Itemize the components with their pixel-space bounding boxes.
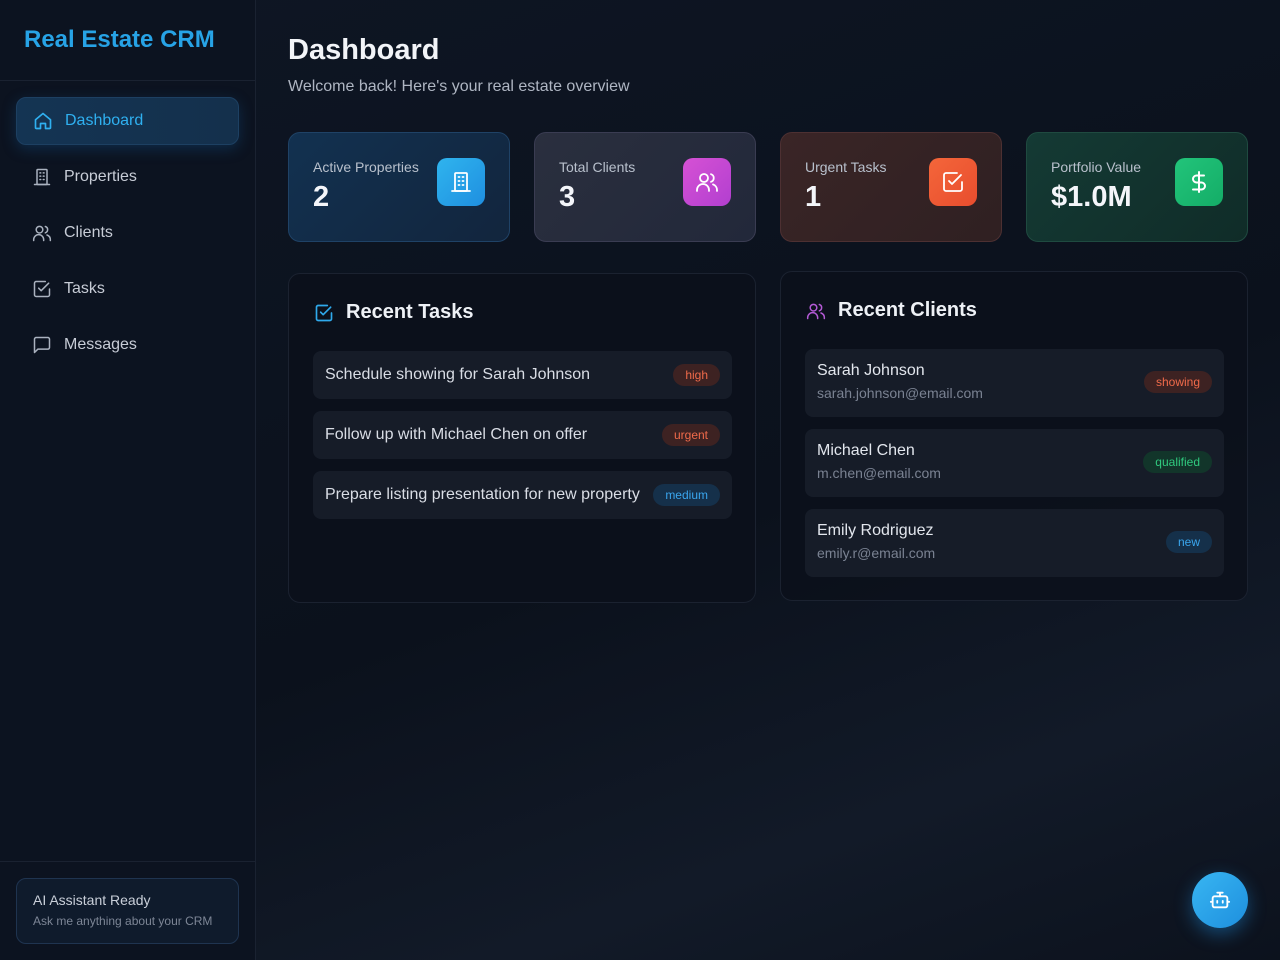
recent-clients-panel: Recent Clients Sarah Johnson sarah.johns… [780,271,1248,601]
sidebar-item-properties[interactable]: Properties [16,153,239,201]
task-item[interactable]: Schedule showing for Sarah Johnson high [313,351,732,399]
page-subtitle: Welcome back! Here's your real estate ov… [288,78,630,95]
status-badge: new [1165,531,1212,553]
ai-assistant-button[interactable] [1192,872,1248,928]
task-text: Schedule showing for Sarah Johnson [325,366,591,383]
message-icon [32,335,52,355]
client-item[interactable]: Sarah Johnson sarah.johnson@email.com sh… [805,349,1224,417]
priority-badge: medium [653,484,720,506]
sidebar-item-label: Dashboard [65,112,144,129]
sidebar-nav: Dashboard Properties Clients Tasks Messa… [0,81,255,369]
sidebar-item-label: Messages [64,336,137,353]
ai-assistant-title: AI Assistant Ready [33,892,151,908]
client-email: emily.r@email.com [817,545,936,561]
stat-card-total-clients[interactable]: Total Clients 3 [534,132,756,242]
building-icon [437,158,485,206]
status-badge: showing [1143,371,1212,393]
client-item[interactable]: Michael Chen m.chen@email.com qualified [805,429,1224,497]
status-badge: qualified [1143,451,1212,473]
sidebar-item-label: Clients [64,224,113,241]
panel-header: Recent Tasks [314,301,473,324]
stats-row: Active Properties 2 Total Clients 3 Urge… [288,132,1248,242]
check-square-icon [929,158,977,206]
building-icon [32,167,52,187]
ai-assistant-subtitle: Ask me anything about your CRM [33,914,213,928]
sidebar-item-label: Properties [64,168,137,185]
dollar-icon [1175,158,1223,206]
users-icon [683,158,731,206]
task-item[interactable]: Prepare listing presentation for new pro… [313,471,732,519]
stat-card-portfolio-value[interactable]: Portfolio Value $1.0M [1026,132,1248,242]
task-item[interactable]: Follow up with Michael Chen on offer urg… [313,411,732,459]
priority-badge: high [673,364,720,386]
home-icon [33,111,53,131]
app-title: Real Estate CRM [0,0,255,81]
client-item[interactable]: Emily Rodriguez emily.r@email.com new [805,509,1224,577]
panel-header: Recent Clients [806,299,977,322]
check-square-icon [314,303,334,323]
sidebar-item-messages[interactable]: Messages [16,321,239,369]
users-icon [806,301,826,321]
sidebar: Real Estate CRM Dashboard Properties Cli… [0,0,256,960]
sidebar-item-clients[interactable]: Clients [16,209,239,257]
stat-card-active-properties[interactable]: Active Properties 2 [288,132,510,242]
users-icon [32,223,52,243]
panel-title: Recent Clients [838,299,977,321]
ai-assistant-card[interactable]: AI Assistant Ready Ask me anything about… [16,878,239,944]
priority-badge: urgent [661,424,720,446]
stat-card-urgent-tasks[interactable]: Urgent Tasks 1 [780,132,1002,242]
sidebar-item-tasks[interactable]: Tasks [16,265,239,313]
check-square-icon [32,279,52,299]
sidebar-item-dashboard[interactable]: Dashboard [16,97,239,145]
page-title: Dashboard [288,34,440,66]
task-text: Follow up with Michael Chen on offer [325,426,588,443]
sidebar-footer: AI Assistant Ready Ask me anything about… [0,861,255,960]
bot-icon [1209,889,1231,911]
recent-tasks-panel: Recent Tasks Schedule showing for Sarah … [288,273,756,603]
panel-title: Recent Tasks [346,301,474,323]
sidebar-item-label: Tasks [64,280,105,297]
client-name: Emily Rodriguez [817,522,934,539]
task-text: Prepare listing presentation for new pro… [325,486,640,503]
